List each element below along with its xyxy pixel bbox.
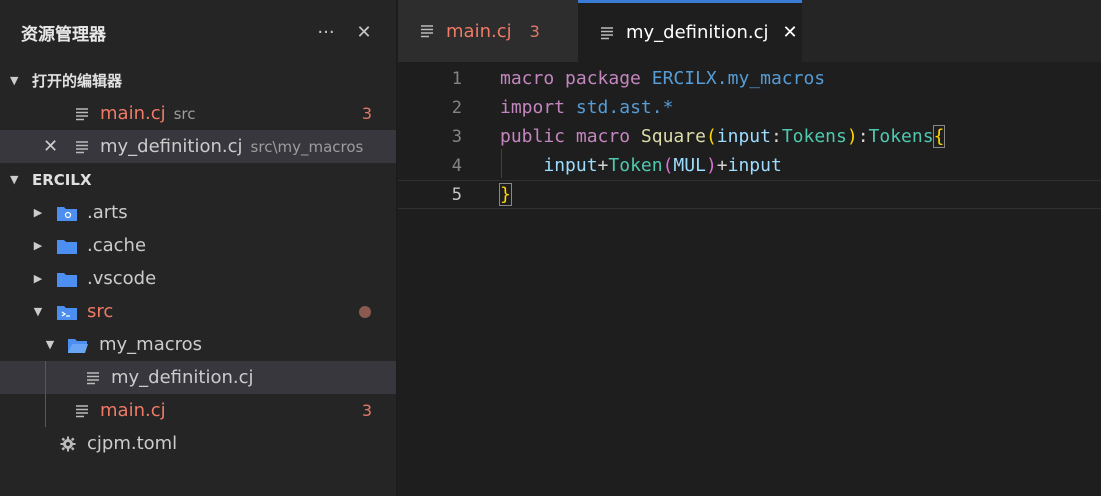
- explorer-title: 资源管理器: [21, 24, 106, 45]
- line-number: 5: [451, 184, 462, 205]
- code-editor[interactable]: 1 macro package ERCILX.my_macros 2 impor…: [398, 62, 1101, 209]
- folder-icon: [57, 239, 77, 254]
- tree-item-cache[interactable]: ▶ .cache: [0, 229, 396, 262]
- code-line: 3 public macro Square(input:Tokens):Toke…: [398, 122, 1101, 151]
- tree-item-label: .arts: [87, 202, 128, 223]
- code-text: macro package ERCILX.my_macros: [500, 68, 826, 89]
- chevron-right-icon: ▶: [33, 272, 43, 285]
- tab-my-definition[interactable]: my_definition.cj ✕: [578, 0, 802, 62]
- folder-gear-icon: [57, 206, 77, 221]
- workspace-title: ERCILX: [32, 170, 92, 189]
- explorer-header: 资源管理器 ··· ✕: [0, 0, 396, 64]
- code-text: input+Token(MUL)+input: [543, 155, 782, 176]
- code-text: }: [499, 183, 512, 206]
- tree-item-arts[interactable]: ▶ .arts: [0, 196, 396, 229]
- problems-badge: 3: [361, 401, 372, 420]
- open-editors-title: 打开的编辑器: [32, 72, 123, 90]
- tree-item-label: .vscode: [87, 268, 157, 289]
- tree-item-cjpm[interactable]: cjpm.toml: [0, 427, 396, 460]
- gear-icon: [60, 436, 76, 451]
- code-line-current: 5 }: [398, 180, 1101, 209]
- tab-label: my_definition.cj: [626, 22, 769, 43]
- tab-label: main.cj: [446, 20, 512, 42]
- open-editor-label: main.cj src: [100, 103, 196, 124]
- tree-item-label: my_definition.cj: [111, 367, 254, 388]
- tree-item-my-macros[interactable]: ▼ my_macros: [0, 328, 396, 361]
- close-sidebar-icon[interactable]: ✕: [352, 20, 376, 44]
- tree-item-main[interactable]: main.cj 3: [0, 394, 396, 427]
- editor-area: main.cj 3 my_definition.cj ✕ 1 macro pac…: [398, 0, 1101, 496]
- tab-main-cj[interactable]: main.cj 3: [398, 0, 578, 62]
- tree-item-label: my_macros: [99, 334, 203, 355]
- chevron-down-icon: ▼: [33, 305, 43, 318]
- tree-item-label: src: [87, 301, 114, 322]
- chevron-right-icon: ▶: [33, 206, 43, 219]
- file-lines-icon: [421, 25, 433, 38]
- problems-badge: 3: [361, 104, 372, 123]
- explorer-sidebar: 资源管理器 ··· ✕ ▼ 打开的编辑器 main.cj src 3 ✕ my_d…: [0, 0, 397, 496]
- tree-item-src[interactable]: ▼ src: [0, 295, 396, 328]
- close-tab-icon[interactable]: ✕: [783, 22, 798, 43]
- indent-guide: [501, 149, 502, 178]
- tree-item-label: cjpm.toml: [87, 433, 178, 454]
- code-line: 4 input+Token(MUL)+input: [398, 151, 1101, 180]
- chevron-down-icon: ▼: [45, 338, 55, 351]
- code-line: 2 import std.ast.*: [398, 93, 1101, 122]
- close-editor-icon[interactable]: ✕: [43, 136, 58, 157]
- folder-open-icon: [68, 338, 88, 353]
- problems-badge: 3: [529, 21, 540, 41]
- code-line: 1 macro package ERCILX.my_macros: [398, 64, 1101, 93]
- modified-dot: [359, 305, 371, 318]
- code-text: public macro Square(input:Tokens):Tokens…: [500, 125, 946, 148]
- line-number: 1: [451, 68, 462, 89]
- file-lines-icon: [76, 140, 88, 153]
- folder-terminal-icon: [57, 305, 77, 320]
- more-actions-icon[interactable]: ···: [314, 20, 338, 44]
- tab-bar: main.cj 3 my_definition.cj ✕: [398, 0, 1101, 62]
- tree-item-label: .cache: [87, 235, 147, 256]
- chevron-down-icon: ▼: [10, 173, 19, 186]
- open-editor-item[interactable]: ✕ my_definition.cj src\my_macros: [0, 130, 396, 163]
- line-number: 3: [451, 126, 462, 147]
- open-editors-section[interactable]: ▼ 打开的编辑器: [0, 64, 396, 97]
- file-lines-icon: [76, 404, 88, 417]
- indent-guide: [45, 361, 46, 394]
- line-number: 2: [451, 97, 462, 118]
- tree-item-label: main.cj: [100, 400, 166, 421]
- workspace-section[interactable]: ▼ ERCILX: [0, 163, 396, 196]
- open-editor-label: my_definition.cj src\my_macros: [100, 136, 364, 157]
- line-number: 4: [451, 155, 462, 176]
- open-editor-item[interactable]: main.cj src 3: [0, 97, 396, 130]
- indent-guide: [45, 394, 46, 427]
- tree-item-my-definition[interactable]: my_definition.cj: [0, 361, 396, 394]
- code-text: import std.ast.*: [500, 97, 674, 118]
- file-lines-icon: [601, 26, 613, 39]
- tree-item-vscode[interactable]: ▶ .vscode: [0, 262, 396, 295]
- chevron-down-icon: ▼: [10, 74, 19, 87]
- folder-icon: [57, 272, 77, 287]
- file-lines-icon: [87, 371, 99, 384]
- chevron-right-icon: ▶: [33, 239, 43, 252]
- file-lines-icon: [76, 107, 88, 120]
